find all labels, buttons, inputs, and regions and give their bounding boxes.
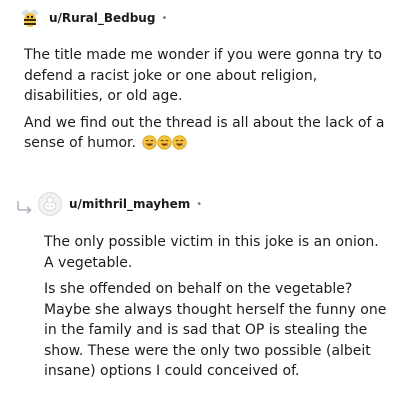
comment-paragraph-with-emojis: And we find out the thread is all about … xyxy=(24,113,386,154)
emoji-group xyxy=(142,135,188,150)
bee-avatar-icon xyxy=(18,6,42,30)
comment-paragraph: The only possible victim in this joke is… xyxy=(44,234,379,271)
user-avatar[interactable] xyxy=(18,6,42,30)
comment-paragraph: And we find out the thread is all about … xyxy=(24,114,385,152)
reply-comment-header: u/mithril_mayhem • xyxy=(16,192,202,216)
default-avatar-icon xyxy=(38,192,62,216)
separator-dot: • xyxy=(161,12,168,24)
separator-dot: • xyxy=(196,198,203,210)
comment-paragraph: The title made me wonder if you were gon… xyxy=(24,47,383,104)
username[interactable]: u/Rural_Bedbug xyxy=(49,11,155,25)
comment-body: The title made me wonder if you were gon… xyxy=(24,45,386,160)
comment-header: u/Rural_Bedbug • xyxy=(18,6,167,30)
laughing-emoji-icon xyxy=(157,135,173,150)
user-avatar[interactable] xyxy=(38,192,62,216)
username[interactable]: u/mithril_mayhem xyxy=(69,197,190,211)
laughing-emoji-icon xyxy=(142,135,158,150)
reply-arrow-icon xyxy=(17,201,32,214)
reply-comment-body: The only possible victim in this joke is… xyxy=(44,232,388,388)
laughing-emoji-icon xyxy=(172,135,188,150)
comment-paragraph: Is she offended on behalf on the vegetab… xyxy=(44,281,387,379)
